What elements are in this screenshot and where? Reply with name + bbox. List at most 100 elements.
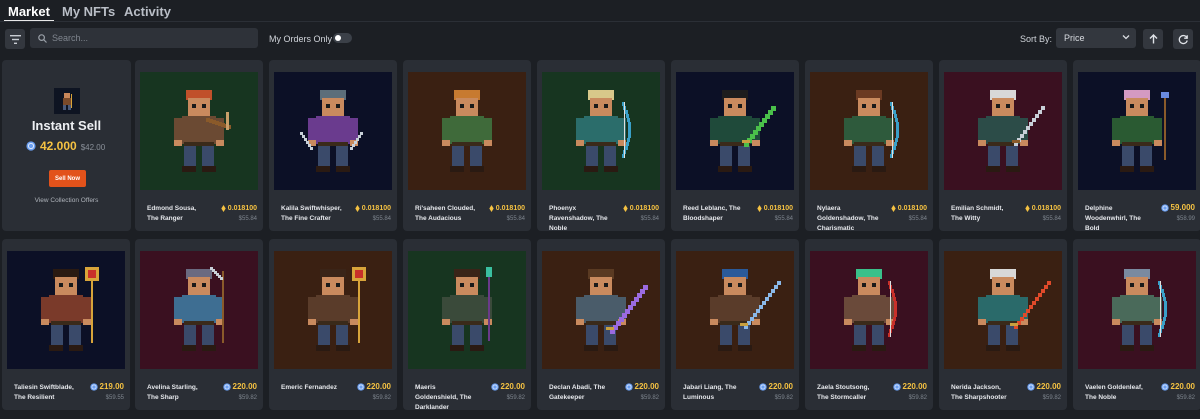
nft-card[interactable]: Maeris Goldenshield, The Darklander 220.0… [403, 239, 531, 411]
coin-icon [624, 382, 633, 391]
nft-name: Ri'saheen Clouded, The Audacious [415, 205, 476, 222]
nft-card[interactable]: Vaelen Goldenleaf, The Noble 220.00 $59.82 [1073, 239, 1200, 410]
nft-price: 0.018100 [355, 205, 391, 212]
coin-icon [758, 382, 767, 391]
coin-icon [1160, 382, 1169, 391]
nft-name: Declan Abadi, The Gatekeeper [549, 384, 606, 401]
sell-now-button[interactable]: Sell Now [49, 170, 86, 187]
my-orders-toggle[interactable] [333, 33, 352, 43]
nft-name: Avelina Starling, The Sharp [147, 384, 198, 401]
nft-image [542, 251, 660, 369]
search-input[interactable] [52, 33, 242, 43]
nft-usd-price: $59.82 [506, 395, 525, 401]
nft-name: Delphine Woodenwhirl, The Bold [1085, 205, 1141, 232]
nft-usd-price: $58.99 [1176, 216, 1195, 222]
nft-usd-price: $55.84 [640, 216, 659, 222]
nft-name: Zaela Stoutsong, The Stormcaller [817, 384, 870, 401]
nft-price-value: 0.018100 [763, 205, 793, 212]
nft-price-value: 220.00 [902, 382, 927, 391]
nft-price-value: 220.00 [634, 382, 659, 391]
nft-name: Vaelen Goldenleaf, The Noble [1085, 384, 1143, 401]
nft-price: 219.00 [89, 382, 124, 391]
eth-icon [623, 205, 628, 212]
nft-card[interactable]: Edmond Sousa, The Ranger 0.018100 $55.84 [135, 60, 263, 231]
nft-price-value: 219.00 [99, 382, 124, 391]
filter-button[interactable] [5, 29, 25, 49]
nft-card[interactable]: Emeric Fernandez 220.00 $59.82 [269, 239, 397, 410]
sort-direction-button[interactable] [1143, 29, 1163, 49]
nft-name: Kalila Swiftwhisper, The Fine Crafter [281, 205, 342, 222]
nft-price: 0.018100 [221, 205, 257, 212]
eth-icon [1025, 205, 1030, 212]
nft-price-value: 0.018100 [227, 205, 257, 212]
nft-name: Phoenyx Ravenshadow, The Noble [549, 205, 608, 232]
search-icon [38, 33, 47, 43]
collection-thumbnail [54, 88, 80, 114]
nft-price: 0.018100 [489, 205, 525, 212]
nft-card[interactable]: Declan Abadi, The Gatekeeper 220.00 $59.82 [537, 239, 665, 410]
nft-image [676, 72, 794, 190]
tab-market[interactable]: Market [4, 0, 54, 22]
coin-icon [1026, 382, 1035, 391]
nft-card[interactable]: Avelina Starling, The Sharp 220.00 $59.82 [135, 239, 263, 410]
nft-price-value: 0.018100 [629, 205, 659, 212]
eth-icon [757, 205, 762, 212]
nft-card[interactable]: Ri'saheen Clouded, The Audacious 0.018100… [403, 60, 531, 231]
nft-name: Emeric Fernandez [281, 384, 337, 391]
nft-card[interactable]: Zaela Stoutsong, The Stormcaller 220.00 $5… [805, 239, 933, 410]
nft-card[interactable]: Reed Leblanc, The Bloodshaper 0.018100 $55… [671, 60, 799, 231]
nft-card[interactable]: Taliesin Swiftblade, The Resilient 219.00… [2, 239, 130, 410]
nft-usd-price: $59.82 [238, 395, 257, 401]
nft-price: 220.00 [356, 382, 391, 391]
nft-price-value: 220.00 [500, 382, 525, 391]
nft-price: 0.018100 [757, 205, 793, 212]
eth-icon [891, 205, 896, 212]
nft-name: Emilian Schmidt, The Witty [951, 205, 1004, 222]
coin-icon [1160, 203, 1169, 212]
sort-select-value: Price [1064, 33, 1085, 43]
refresh-button[interactable] [1173, 29, 1193, 49]
sort-label: Sort By: [1020, 34, 1053, 44]
nft-image [944, 251, 1062, 369]
nft-usd-price: $55.84 [506, 216, 525, 222]
nft-price: 220.00 [892, 382, 927, 391]
tab-my-nfts[interactable]: My NFTs [62, 0, 115, 22]
coin-icon [89, 382, 98, 391]
nft-card[interactable]: Nylaera Goldenshadow, The Charismatic 0.0… [805, 60, 933, 232]
nft-usd-price: $59.82 [372, 395, 391, 401]
nft-price-value: 0.018100 [1031, 205, 1061, 212]
nft-usd-price: $59.82 [774, 395, 793, 401]
tab-divider [0, 21, 1200, 22]
coin-icon [356, 382, 365, 391]
nft-image [408, 72, 526, 190]
nft-usd-price: $59.82 [1042, 395, 1061, 401]
nft-name: Edmond Sousa, The Ranger [147, 205, 197, 222]
search-box [30, 28, 258, 48]
nft-name: Nerida Jackson, The Sharpshooter [951, 384, 1007, 401]
nft-card[interactable]: Delphine Woodenwhirl, The Bold 59.000 $58.… [1073, 60, 1200, 232]
nft-image [140, 72, 258, 190]
toggle-knob [335, 35, 341, 41]
nft-price-value: 220.00 [1036, 382, 1061, 391]
sort-select[interactable]: Price [1056, 28, 1136, 48]
tab-activity[interactable]: Activity [124, 0, 171, 22]
nft-price: 220.00 [222, 382, 257, 391]
nft-usd-price: $55.84 [774, 216, 793, 222]
nft-price: 0.018100 [1025, 205, 1061, 212]
instant-sell-title: Instant Sell [31, 118, 102, 133]
nft-card[interactable]: Phoenyx Ravenshadow, The Noble 0.018100 $5… [537, 60, 665, 232]
nft-usd-price: $59.82 [908, 395, 927, 401]
view-collection-offers-link[interactable]: View Collection Offers [2, 197, 131, 204]
nft-usd-price: $55.84 [372, 216, 391, 222]
nft-card[interactable]: Jabari Liang, The Luminous 220.00 $59.82 [671, 239, 799, 410]
filter-icon [9, 34, 21, 44]
nft-card[interactable]: Kalila Swiftwhisper, The Fine Crafter 0.0… [269, 60, 397, 231]
nft-card[interactable]: Emilian Schmidt, The Witty 0.018100 $55.84 [939, 60, 1067, 231]
instant-sell-price: 42.000 $42.00 [26, 139, 105, 153]
nft-price-value: 220.00 [768, 382, 793, 391]
nft-price: 220.00 [758, 382, 793, 391]
eth-icon [489, 205, 494, 212]
nft-image [542, 72, 660, 190]
nft-usd-price: $59.55 [105, 395, 124, 401]
nft-card[interactable]: Nerida Jackson, The Sharpshooter 220.00 $5… [939, 239, 1067, 410]
